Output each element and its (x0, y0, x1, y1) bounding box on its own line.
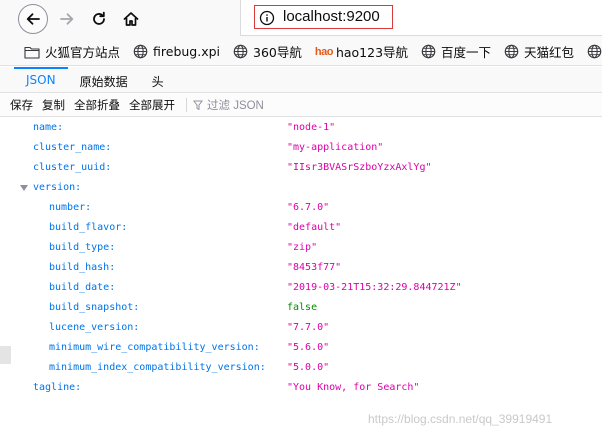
home-icon (123, 12, 139, 26)
bookmark-label: 天猫红包 (524, 45, 575, 60)
json-key: minimum_wire_compatibility_version: (49, 342, 260, 353)
json-toolbar: 保存 复制 全部折叠 全部展开 过滤 JSON (0, 94, 602, 117)
json-value: "2019-03-21T15:32:29.844721Z" (287, 282, 462, 293)
forward-button[interactable] (54, 5, 80, 33)
json-row-lucene-version[interactable]: lucene_version: "7.7.0" (0, 318, 602, 338)
bookmark-firebug[interactable]: firebug.xpi (133, 38, 221, 65)
json-row-number[interactable]: number: "6.7.0" (0, 198, 602, 218)
json-key: build_type: (49, 242, 116, 253)
home-button[interactable] (118, 5, 144, 33)
bookmark-label: hao123导航 (335, 45, 409, 60)
json-key: tagline: (33, 382, 82, 393)
globe-icon (421, 44, 436, 59)
bookmark-label: firebug.xpi (153, 44, 221, 59)
json-key: name: (33, 122, 64, 133)
bookmark-taobao[interactable]: 淘宝 (587, 38, 602, 65)
copy-button[interactable]: 复制 (42, 97, 65, 113)
json-row-tagline[interactable]: tagline: "You Know, for Search" (0, 378, 602, 398)
json-value: "5.0.0" (287, 362, 330, 373)
reload-icon (93, 11, 105, 25)
filter-icon (193, 100, 203, 110)
json-tree: name: "node-1" cluster_name: "my-applica… (0, 118, 602, 438)
url-text[interactable]: localhost:9200 (283, 8, 380, 25)
folder-icon (24, 46, 40, 59)
json-row-cluster-uuid[interactable]: cluster_uuid: "IIsr3BVASrSzboYzxAxlYg" (0, 158, 602, 178)
json-value: "IIsr3BVASrSzboYzxAxlYg" (287, 162, 432, 173)
json-row-cluster-name[interactable]: cluster_name: "my-application" (0, 138, 602, 158)
bookmarks-toolbar: 火狐官方站点 firebug.xpi 360导航 hao hao123导航 百度… (0, 38, 602, 66)
json-value: false (287, 302, 318, 313)
json-key: number: (49, 202, 92, 213)
toolbar-divider (186, 98, 187, 112)
collapse-all-button[interactable]: 全部折叠 (74, 97, 120, 113)
hao123-logo-icon: hao (314, 45, 334, 58)
back-arrow-icon (26, 13, 40, 25)
bookmark-360[interactable]: 360导航 (233, 38, 302, 65)
globe-icon (504, 44, 519, 59)
json-row-version[interactable]: version: (0, 178, 602, 198)
json-value: "You Know, for Search" (287, 382, 420, 393)
bookmark-baidu[interactable]: 百度一下 (421, 38, 492, 65)
bookmark-folder-firefox[interactable]: 火狐官方站点 (24, 38, 121, 65)
json-key: version: (33, 182, 82, 193)
json-row-build-type[interactable]: build_type: "zip" (0, 238, 602, 258)
filter-placeholder: 过滤 JSON (207, 100, 264, 112)
save-button[interactable]: 保存 (10, 97, 33, 113)
json-key: build_hash: (49, 262, 116, 273)
json-value: "my-application" (287, 142, 384, 153)
json-row-build-hash[interactable]: build_hash: "8453f77" (0, 258, 602, 278)
json-row-minimum-index-compatibility-version[interactable]: minimum_index_compatibility_version: "5.… (0, 358, 602, 378)
json-row-build-snapshot[interactable]: build_snapshot: false (0, 298, 602, 318)
json-value: "5.6.0" (287, 342, 330, 353)
json-row-build-date[interactable]: build_date: "2019-03-21T15:32:29.844721Z… (0, 278, 602, 298)
json-key: build_snapshot: (49, 302, 140, 313)
json-row-name[interactable]: name: "node-1" (0, 118, 602, 138)
forward-arrow-icon (60, 13, 74, 25)
back-button[interactable] (18, 4, 48, 34)
json-key: build_flavor: (49, 222, 128, 233)
reload-button[interactable] (86, 5, 112, 33)
watermark: https://blog.csdn.net/qq_39919491 (368, 412, 553, 426)
json-value: "zip" (287, 242, 318, 253)
bookmark-label: 百度一下 (441, 45, 492, 60)
bookmark-tmall[interactable]: 天猫红包 (504, 38, 575, 65)
json-key: minimum_index_compatibility_version: (49, 362, 266, 373)
bookmark-hao123[interactable]: hao hao123导航 (314, 38, 409, 65)
bookmark-label: 火狐官方站点 (45, 45, 121, 60)
json-key: cluster_uuid: (33, 162, 112, 173)
filter-json-input[interactable]: 过滤 JSON (193, 97, 264, 113)
json-value: "7.7.0" (287, 322, 330, 333)
tab-raw-data[interactable]: 原始数据 (68, 67, 140, 92)
json-value: "node-1" (287, 122, 336, 133)
tab-json[interactable]: JSON (14, 67, 68, 92)
json-value: "default" (287, 222, 342, 233)
expand-toggle-icon[interactable] (20, 185, 28, 191)
json-key: cluster_name: (33, 142, 112, 153)
json-key: lucene_version: (49, 322, 140, 333)
side-scroll-marker (0, 346, 11, 364)
expand-all-button[interactable]: 全部展开 (129, 97, 175, 113)
json-key: build_date: (49, 282, 116, 293)
navigation-toolbar: localhost:9200 (0, 0, 602, 38)
tab-headers[interactable]: 头 (140, 67, 176, 92)
globe-icon (133, 44, 148, 59)
globe-icon (587, 44, 602, 59)
address-bar[interactable]: localhost:9200 (240, 0, 602, 36)
json-value: "6.7.0" (287, 202, 330, 213)
json-row-build-flavor[interactable]: build_flavor: "default" (0, 218, 602, 238)
json-value: "8453f77" (287, 262, 342, 273)
globe-icon (233, 44, 248, 59)
bookmark-label: 360导航 (253, 45, 302, 60)
json-viewer-tabs: JSON 原始数据 头 (0, 67, 602, 93)
json-row-minimum-wire-compatibility-version[interactable]: minimum_wire_compatibility_version: "5.6… (0, 338, 602, 358)
